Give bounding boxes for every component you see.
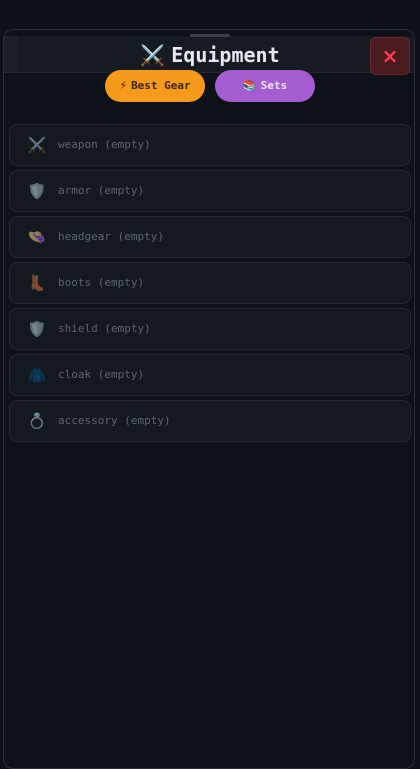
slot-label: armor (empty)	[58, 184, 145, 197]
slot-weapon[interactable]: ⚔️ weapon (empty)	[9, 124, 411, 166]
ring-icon: 💍	[27, 412, 47, 430]
slot-accessory[interactable]: 💍 accessory (empty)	[9, 400, 411, 442]
slot-cloak[interactable]: 🧥 cloak (empty)	[9, 354, 411, 396]
sets-label: Sets	[260, 79, 288, 92]
coat-icon: 🧥	[27, 366, 47, 384]
slot-shield[interactable]: 🛡️ shield (empty)	[9, 308, 411, 350]
slot-label: weapon (empty)	[58, 138, 151, 151]
best-gear-button[interactable]: ⚡ Best Gear	[105, 70, 205, 102]
slot-label: headgear (empty)	[58, 230, 164, 243]
slot-headgear[interactable]: 👒 headgear (empty)	[9, 216, 411, 258]
slot-armor[interactable]: 🛡️ armor (empty)	[9, 170, 411, 212]
slot-boots[interactable]: 👢 boots (empty)	[9, 262, 411, 304]
books-icon: 📚	[242, 79, 257, 92]
slot-label: shield (empty)	[58, 322, 151, 335]
hat-icon: 👒	[27, 228, 47, 246]
close-button[interactable]: ×	[370, 37, 410, 75]
crossed-swords-icon: ⚔️	[140, 43, 166, 67]
best-gear-label: Best Gear	[131, 79, 191, 92]
shield-icon: 🛡️	[27, 182, 47, 200]
drag-handle[interactable]	[190, 34, 230, 37]
equipment-slot-list: ⚔️ weapon (empty) 🛡️ armor (empty) 👒 hea…	[9, 124, 411, 446]
slot-label: boots (empty)	[58, 276, 145, 289]
crossed-swords-icon: ⚔️	[27, 136, 47, 154]
panel-title-text: Equipment	[171, 43, 280, 67]
lightning-icon: ⚡	[119, 79, 128, 92]
panel-title: ⚔️ Equipment	[0, 42, 420, 68]
shield-icon: 🛡️	[27, 320, 47, 338]
slot-label: accessory (empty)	[58, 414, 171, 427]
slot-label: cloak (empty)	[58, 368, 145, 381]
sets-button[interactable]: 📚 Sets	[215, 70, 315, 102]
boot-icon: 👢	[27, 274, 47, 292]
close-icon: ×	[381, 44, 399, 68]
